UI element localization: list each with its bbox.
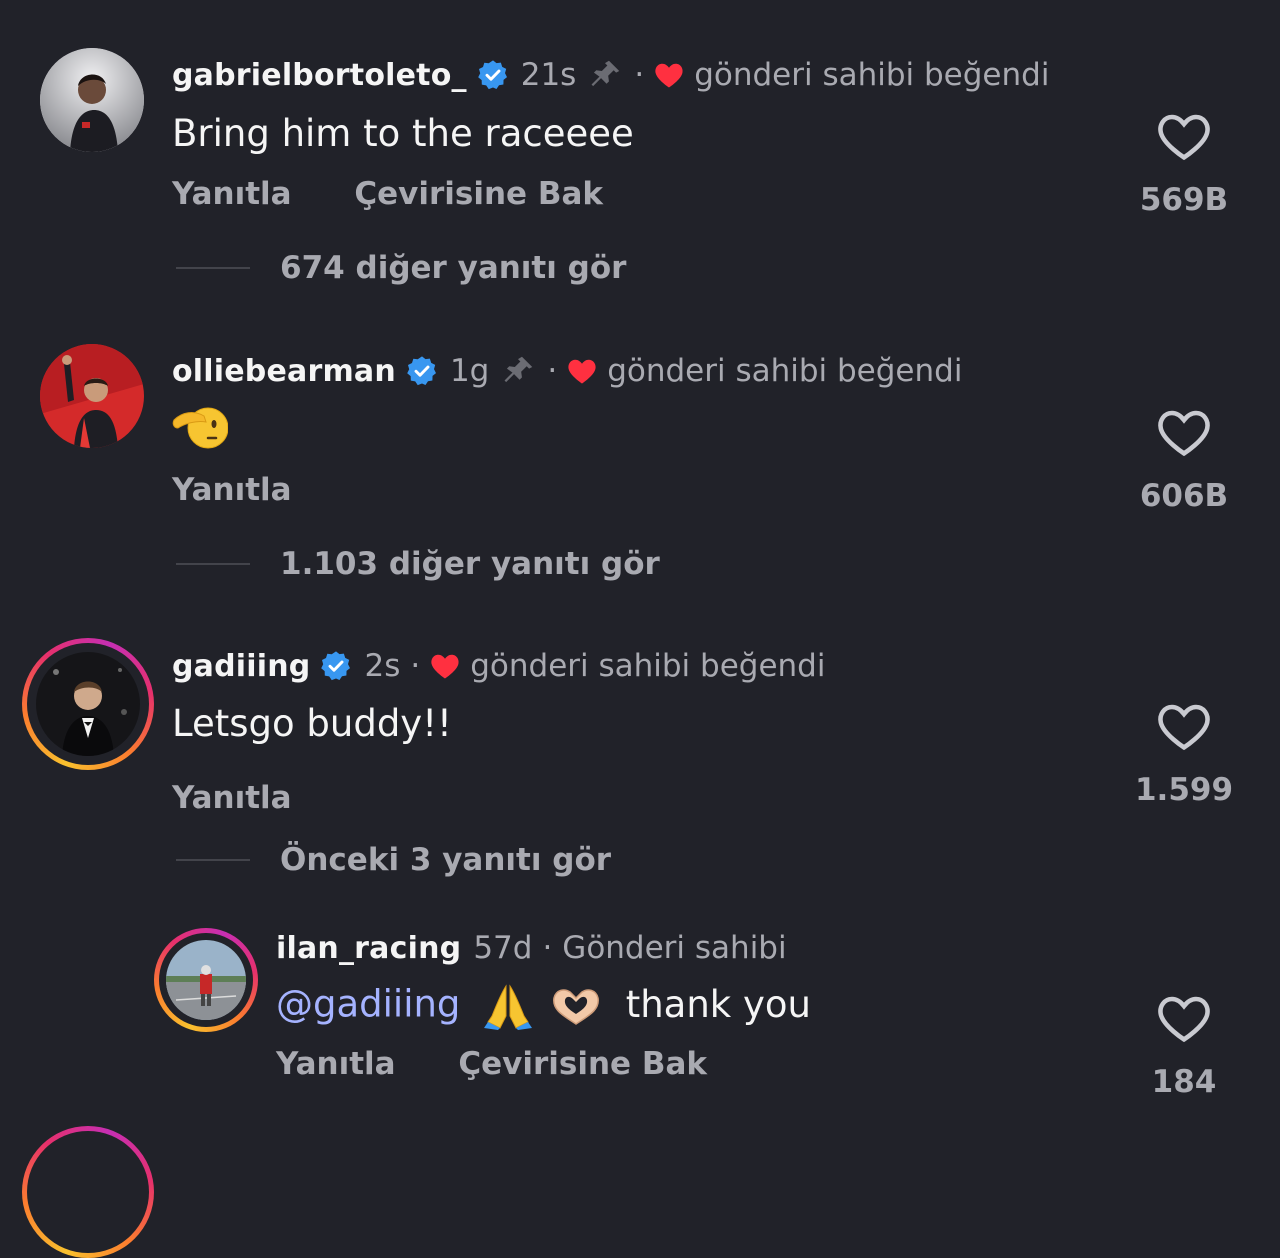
view-more-replies-label[interactable]: 674 diğer yanıtı gör (280, 250, 626, 286)
separator-dot: · (542, 930, 553, 966)
like-section: 1.599 (1124, 702, 1244, 808)
see-translation-button[interactable]: Çevirisine Bak (458, 1046, 707, 1082)
comment-text: @gadiiing thank you (276, 982, 811, 1030)
view-more-replies-label[interactable]: 1.103 diğer yanıtı gör (280, 546, 660, 582)
next-comment-story-ring[interactable] (22, 1126, 154, 1258)
separator-dot: · (634, 57, 645, 93)
avatar[interactable] (166, 940, 246, 1020)
divider-line (176, 859, 250, 861)
view-more-replies[interactable]: 1.103 diğer yanıtı gör (176, 546, 660, 582)
comment-text: Letsgo buddy!! (172, 702, 452, 745)
verified-badge-icon (407, 356, 436, 386)
mention-link[interactable]: @gadiiing (276, 983, 460, 1026)
liked-by-author-label: gönderi sahibi beğendi (470, 648, 826, 684)
reply-button[interactable]: Yanıtla (172, 176, 292, 212)
separator-dot: · (410, 648, 421, 684)
timestamp: 1g (449, 353, 490, 389)
heart-outline-icon[interactable] (1156, 112, 1212, 162)
heart-hands-emoji (553, 989, 599, 1025)
reply-text: thank you (625, 982, 811, 1026)
view-previous-replies[interactable]: Önceki 3 yanıtı gör (176, 842, 611, 878)
reply-button[interactable]: Yanıtla (172, 780, 292, 816)
saluting-face-emoji (172, 407, 228, 449)
divider-line (176, 267, 250, 269)
comment-actions: Yanıtla (172, 780, 344, 816)
avatar[interactable] (36, 652, 140, 756)
comment-header: olliebearman 1g · gönderi sahibi beğendi (172, 352, 962, 390)
liked-by-author-label: gönderi sahibi beğendi (607, 353, 963, 389)
username[interactable]: ilan_racing (276, 931, 461, 966)
like-section: 606B (1124, 408, 1244, 514)
comment-actions: Yanıtla (172, 472, 344, 508)
username[interactable]: olliebearman (172, 354, 396, 389)
heart-outline-icon[interactable] (1156, 994, 1212, 1044)
reply-button[interactable]: Yanıtla (172, 472, 292, 508)
like-count: 606B (1139, 478, 1229, 514)
heart-outline-icon[interactable] (1156, 702, 1212, 752)
like-section: 569B (1124, 112, 1244, 218)
heart-filled-icon (568, 359, 596, 384)
timestamp: 21s (520, 57, 577, 93)
comment-text: Bring him to the raceeee (172, 112, 634, 155)
reply-header: ilan_racing 57d · Gönderi sahibi (276, 930, 787, 966)
view-more-replies[interactable]: 674 diğer yanıtı gör (176, 250, 626, 286)
heart-filled-icon (431, 654, 459, 679)
liked-by-author-label: gönderi sahibi beğendi (694, 57, 1050, 93)
verified-badge-icon (477, 60, 507, 90)
heart-filled-icon (655, 63, 683, 88)
username[interactable]: gabrielbortoleto_ (172, 58, 467, 93)
like-count: 1.599 (1134, 772, 1234, 808)
see-translation-button[interactable]: Çevirisine Bak (354, 176, 603, 212)
avatar[interactable] (40, 344, 144, 448)
timestamp: 57d (473, 930, 533, 966)
like-section: 184 (1124, 994, 1244, 1100)
divider-line (176, 563, 250, 565)
folded-hands-emoji (484, 984, 533, 1030)
separator-dot: · (547, 353, 558, 389)
heart-outline-icon[interactable] (1156, 408, 1212, 458)
like-count: 184 (1151, 1064, 1217, 1100)
comment-actions: Yanıtla Çevirisine Bak (172, 176, 655, 212)
pin-icon (591, 60, 620, 87)
comment-text (172, 400, 228, 452)
reply-actions: Yanıtla Çevirisine Bak (276, 1046, 759, 1082)
pin-icon (504, 356, 533, 383)
timestamp: 2s (364, 648, 401, 684)
view-previous-replies-label[interactable]: Önceki 3 yanıtı gör (280, 842, 611, 878)
reply-button[interactable]: Yanıtla (276, 1046, 396, 1082)
verified-badge-icon (321, 651, 351, 681)
like-count: 569B (1139, 182, 1229, 218)
username[interactable]: gadiiing (172, 649, 310, 684)
avatar[interactable] (40, 48, 144, 152)
author-label: Gönderi sahibi (562, 930, 787, 966)
comment-header: gabrielbortoleto_ 21s · gönderi sahibi b… (172, 56, 1049, 94)
comment-header: gadiiing 2s · gönderi sahibi beğendi (172, 648, 825, 684)
